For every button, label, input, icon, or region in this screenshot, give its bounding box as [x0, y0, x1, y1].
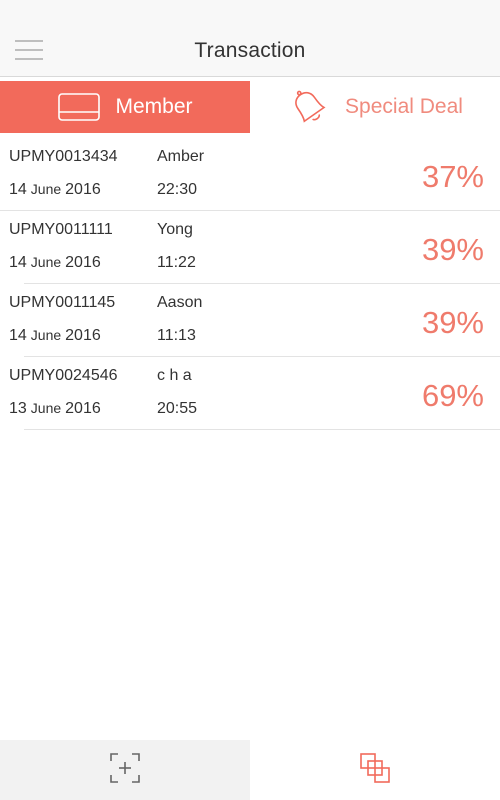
discount-percent: 69%: [421, 378, 484, 413]
header-bar: Transaction: [0, 0, 500, 77]
member-code: UPMY0013434: [9, 148, 118, 165]
member-name: Yong: [157, 221, 193, 238]
transaction-date: 14 June 2016: [9, 181, 101, 198]
discount-percent: 39%: [421, 232, 484, 267]
card-icon: [57, 92, 101, 122]
member-code: UPMY0024546: [9, 367, 118, 384]
transaction-row[interactable]: UPMY0013434 Amber 14 June 2016 22:30 37%: [0, 138, 500, 211]
scan-icon: [108, 751, 142, 790]
transaction-date: 13 June 2016: [9, 400, 101, 417]
tab-bar: Member Special Deal: [0, 81, 500, 133]
discount-percent: 37%: [421, 159, 484, 194]
transaction-time: 11:22: [157, 254, 196, 271]
bottom-bar: [0, 740, 500, 800]
member-name: Aason: [157, 294, 203, 311]
tab-special-deal[interactable]: Special Deal: [250, 81, 500, 133]
overlap-squares-icon: [358, 751, 392, 790]
page-title: Transaction: [194, 39, 306, 62]
transaction-date: 14 June 2016: [9, 327, 101, 344]
transaction-time: 22:30: [157, 181, 198, 198]
member-code: UPMY0011145: [9, 294, 116, 311]
transaction-row[interactable]: UPMY0024546 c h a 13 June 2016 20:55 69%: [9, 357, 500, 430]
overlap-button[interactable]: [250, 740, 500, 800]
tab-member-label: Member: [115, 95, 193, 118]
transaction-row[interactable]: UPMY0011111 Yong 14 June 2016 11:22 39%: [9, 211, 500, 284]
transaction-row[interactable]: UPMY0011145 Aason 14 June 2016 11:13 39%: [9, 284, 500, 357]
transaction-time: 20:55: [157, 400, 198, 417]
member-code: UPMY0011111: [9, 221, 113, 238]
transaction-time: 11:13: [157, 327, 196, 344]
discount-percent: 39%: [421, 305, 484, 340]
app-screen: Transaction Member Special Deal UPMY0013…: [0, 0, 500, 800]
scan-button[interactable]: [0, 740, 250, 800]
transaction-date: 14 June 2016: [9, 254, 101, 271]
transaction-list: UPMY0013434 Amber 14 June 2016 22:30 37% U…: [0, 138, 500, 430]
tab-member[interactable]: Member: [0, 81, 250, 133]
tab-special-deal-label: Special Deal: [345, 95, 463, 118]
member-name: Amber: [157, 148, 205, 165]
member-name: c h a: [157, 367, 192, 384]
bell-icon: [287, 86, 331, 128]
